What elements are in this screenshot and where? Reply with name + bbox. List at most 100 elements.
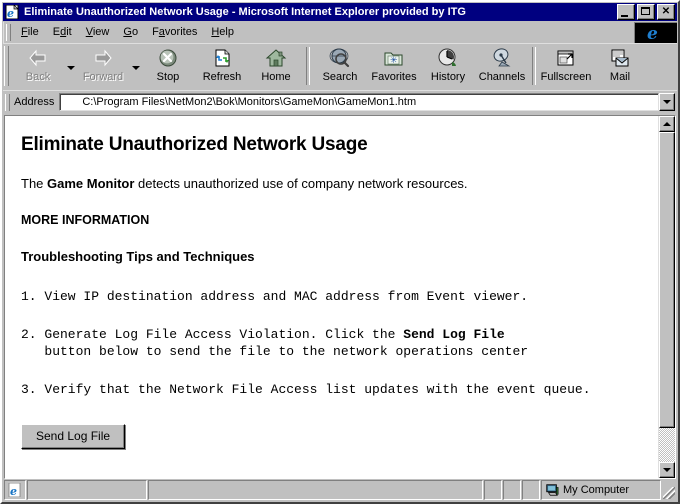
maximize-button[interactable] bbox=[637, 4, 655, 20]
document-body: Eliminate Unauthorized Network Usage The… bbox=[5, 116, 658, 478]
close-icon: ✕ bbox=[661, 6, 671, 17]
menu-grip[interactable] bbox=[6, 24, 11, 41]
status-ie-icon-panel: e bbox=[4, 480, 26, 500]
step-1: 1. View IP destination address and MAC a… bbox=[21, 289, 529, 304]
toolbar-label-stop: Stop bbox=[156, 71, 180, 83]
address-grip[interactable] bbox=[5, 93, 10, 111]
menu-item-favorites[interactable]: Favorites bbox=[145, 24, 204, 41]
menu-row: File Edit View Go Favorites Help e bbox=[3, 22, 677, 43]
toolbar-label-search: Search bbox=[322, 71, 358, 83]
home-icon bbox=[264, 47, 288, 70]
search-icon bbox=[328, 47, 352, 70]
caret-up-icon bbox=[663, 122, 671, 126]
page-title: Eliminate Unauthorized Network Usage bbox=[21, 134, 368, 155]
step-2-pre: 2. Generate Log File Access Violation. C… bbox=[21, 326, 404, 342]
more-information-heading: MORE INFORMATION bbox=[21, 213, 150, 227]
toolbar-button-stop[interactable]: Stop bbox=[141, 45, 195, 87]
toolbar-button-search[interactable]: Search bbox=[313, 45, 367, 87]
toolbar-label-favorites: Favorites bbox=[371, 71, 417, 83]
title-bar: e Eliminate Unauthorized Network Usage -… bbox=[3, 3, 677, 21]
status-bar: e My Computer bbox=[4, 480, 676, 500]
toolbar-button-forward[interactable]: Forward bbox=[76, 45, 130, 87]
status-progress-panel bbox=[148, 480, 483, 500]
step-2-bold: Send Log File bbox=[403, 326, 505, 342]
toolbar-label-fullscreen: Fullscreen bbox=[540, 71, 592, 83]
toolbar-button-home[interactable]: Home bbox=[249, 45, 303, 87]
step-3: 3. Verify that the Network File Access l… bbox=[21, 381, 591, 397]
resize-grip[interactable] bbox=[662, 480, 676, 500]
toolbar-label-history: History bbox=[430, 71, 466, 83]
toolbar-button-history[interactable]: History bbox=[421, 45, 475, 87]
history-clock-icon bbox=[436, 47, 460, 70]
toolbar-separator-1 bbox=[306, 47, 310, 85]
toolbar-button-fullscreen[interactable]: Fullscreen bbox=[539, 45, 593, 87]
channels-dish-icon bbox=[490, 47, 514, 70]
toolbar-button-favorites[interactable]: ✳ Favorites bbox=[367, 45, 421, 87]
menu-item-help[interactable]: Help bbox=[204, 24, 241, 41]
intro-post: detects unauthorized use of company netw… bbox=[134, 176, 468, 191]
main-toolbar: Back Forward Stop Refresh Home Search ✳ … bbox=[3, 43, 677, 90]
toolbar-button-channels[interactable]: Channels bbox=[475, 45, 529, 87]
status-indicator-1 bbox=[484, 480, 502, 500]
close-button[interactable]: ✕ bbox=[657, 4, 675, 20]
status-indicator-3 bbox=[522, 480, 540, 500]
menu-bar: File Edit View Go Favorites Help bbox=[3, 22, 634, 43]
chevron-down-icon bbox=[663, 100, 671, 104]
address-input[interactable]: C:\Program Files\NetMon2\Bok\Monitors\Ga… bbox=[59, 93, 659, 111]
back-arrow-icon bbox=[26, 47, 50, 70]
stop-icon bbox=[156, 47, 180, 70]
window-title: Eliminate Unauthorized Network Usage - M… bbox=[24, 6, 466, 18]
intro-paragraph: The Game Monitor detects unauthorized us… bbox=[21, 176, 644, 191]
scroll-up-button[interactable] bbox=[659, 116, 675, 132]
content-area: Eliminate Unauthorized Network Usage The… bbox=[4, 115, 676, 479]
intro-pre: The bbox=[21, 176, 48, 191]
fullscreen-icon bbox=[554, 47, 578, 70]
back-dropdown-arrow[interactable] bbox=[65, 45, 76, 87]
toolbar-button-mail[interactable]: Mail bbox=[593, 45, 647, 87]
menu-item-view[interactable]: View bbox=[79, 24, 117, 41]
status-indicator-2 bbox=[503, 480, 521, 500]
minimize-button[interactable] bbox=[617, 4, 635, 20]
scroll-down-button[interactable] bbox=[659, 462, 675, 478]
my-computer-icon bbox=[546, 484, 559, 496]
window-controls: ✕ bbox=[617, 4, 676, 20]
refresh-icon bbox=[210, 47, 234, 70]
toolbar-label-mail: Mail bbox=[609, 71, 631, 83]
toolbar-grip[interactable] bbox=[4, 46, 9, 86]
menu-item-edit[interactable]: Edit bbox=[46, 24, 79, 41]
ie-animated-logo: e bbox=[634, 22, 677, 43]
forward-arrow-icon bbox=[91, 47, 115, 70]
menu-item-file[interactable]: File bbox=[14, 24, 46, 41]
toolbar-label-home: Home bbox=[261, 71, 291, 83]
address-value: C:\Program Files\NetMon2\Bok\Monitors\Ga… bbox=[82, 96, 417, 108]
svg-text:e: e bbox=[7, 7, 14, 19]
vertical-scrollbar[interactable] bbox=[658, 116, 675, 478]
toolbar-button-refresh[interactable]: Refresh bbox=[195, 45, 249, 87]
step-2: 2. Generate Log File Access Violation. C… bbox=[21, 326, 644, 361]
status-security-zone[interactable]: My Computer bbox=[541, 480, 661, 500]
intro-bold: Game Monitor bbox=[47, 176, 135, 191]
svg-text:✳: ✳ bbox=[390, 56, 398, 66]
document-ie-icon: e bbox=[5, 4, 21, 20]
caret-down-icon bbox=[663, 468, 671, 472]
toolbar-separator-2 bbox=[532, 47, 536, 85]
scroll-track[interactable] bbox=[659, 132, 675, 462]
toolbar-button-back[interactable]: Back bbox=[11, 45, 65, 87]
address-label: Address bbox=[14, 96, 55, 108]
address-dropdown-button[interactable] bbox=[659, 93, 675, 111]
toolbar-label-refresh: Refresh bbox=[202, 71, 242, 83]
address-bar: Address C:\Program Files\NetMon2\Bok\Mon… bbox=[3, 90, 677, 115]
favorites-folder-icon: ✳ bbox=[382, 47, 406, 70]
troubleshooting-heading: Troubleshooting Tips and Techniques bbox=[21, 249, 255, 264]
send-log-file-button[interactable]: Send Log File bbox=[21, 424, 126, 450]
ie-logo-icon: e bbox=[8, 483, 21, 497]
mail-envelope-icon bbox=[608, 47, 632, 70]
status-message-panel bbox=[27, 480, 147, 500]
forward-dropdown-arrow[interactable] bbox=[130, 45, 141, 87]
toolbar-label-back: Back bbox=[25, 71, 51, 83]
svg-text:e: e bbox=[647, 24, 658, 43]
menu-item-go[interactable]: Go bbox=[116, 24, 145, 41]
scroll-thumb[interactable] bbox=[659, 132, 675, 428]
browser-window: e Eliminate Unauthorized Network Usage -… bbox=[0, 0, 680, 504]
toolbar-label-forward: Forward bbox=[82, 71, 124, 83]
